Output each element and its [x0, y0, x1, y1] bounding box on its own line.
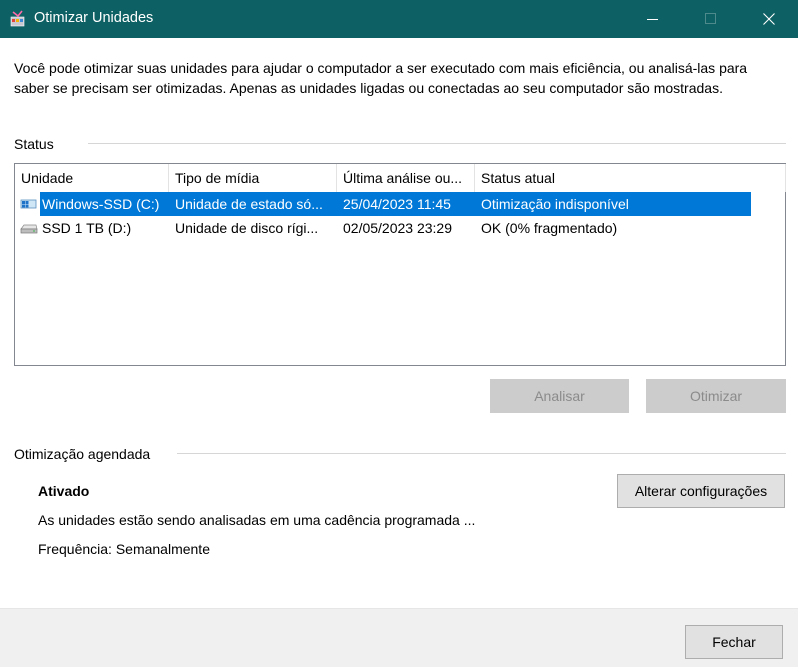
drive-name: Windows-SSD (C:) — [42, 196, 160, 212]
title-bar: Otimizar Unidades — [0, 0, 798, 38]
column-header-current-status[interactable]: Status atual — [475, 164, 786, 192]
close-dialog-button[interactable]: Fechar — [685, 625, 783, 659]
minimize-button[interactable] — [630, 0, 676, 38]
column-header-drive[interactable]: Unidade — [15, 164, 169, 192]
scheduled-state: Ativado — [38, 483, 90, 499]
optimize-button[interactable]: Otimizar — [646, 379, 786, 413]
scheduled-frequency: Frequência: Semanalmente — [38, 541, 210, 557]
status-divider — [88, 143, 786, 144]
current-status: OK (0% fragmentado) — [481, 220, 618, 236]
media-type: Unidade de disco rígi... — [175, 220, 319, 236]
column-header-media-type[interactable]: Tipo de mídia — [169, 164, 337, 192]
drives-list[interactable]: Unidade Tipo de mídia Última análise ou.… — [14, 163, 786, 366]
scheduled-detail: As unidades estão sendo analisadas em um… — [38, 512, 476, 528]
maximize-icon — [705, 13, 716, 24]
ssd-drive-icon — [20, 199, 37, 209]
column-header-last-run[interactable]: Última análise ou... — [337, 164, 475, 192]
footer-bar: Fechar — [0, 608, 798, 667]
maximize-button[interactable] — [688, 0, 734, 38]
current-status: Otimização indisponível — [481, 196, 629, 212]
media-type: Unidade de estado só... — [175, 196, 323, 212]
table-row[interactable]: Windows-SSD (C:) Unidade de estado só...… — [15, 192, 785, 216]
defrag-app-icon — [10, 10, 25, 27]
list-header: Unidade Tipo de mídia Última análise ou.… — [15, 164, 786, 192]
close-icon — [763, 13, 775, 25]
description-text: Você pode otimizar suas unidades para aj… — [14, 60, 748, 96]
last-run: 02/05/2023 23:29 — [343, 220, 452, 236]
last-run: 25/04/2023 11:45 — [343, 196, 451, 212]
scheduled-section-label: Otimização agendada — [14, 446, 151, 462]
window-title: Otimizar Unidades — [34, 10, 154, 26]
minimize-icon — [647, 19, 658, 20]
close-button[interactable] — [746, 0, 792, 38]
hard-drive-icon — [20, 224, 38, 234]
change-settings-button[interactable]: Alterar configurações — [617, 474, 785, 508]
analyze-button[interactable]: Analisar — [490, 379, 629, 413]
status-section-label: Status — [14, 136, 54, 152]
scheduled-divider — [177, 453, 786, 454]
table-row[interactable]: SSD 1 TB (D:) Unidade de disco rígi... 0… — [15, 216, 785, 240]
drive-name: SSD 1 TB (D:) — [42, 220, 132, 236]
